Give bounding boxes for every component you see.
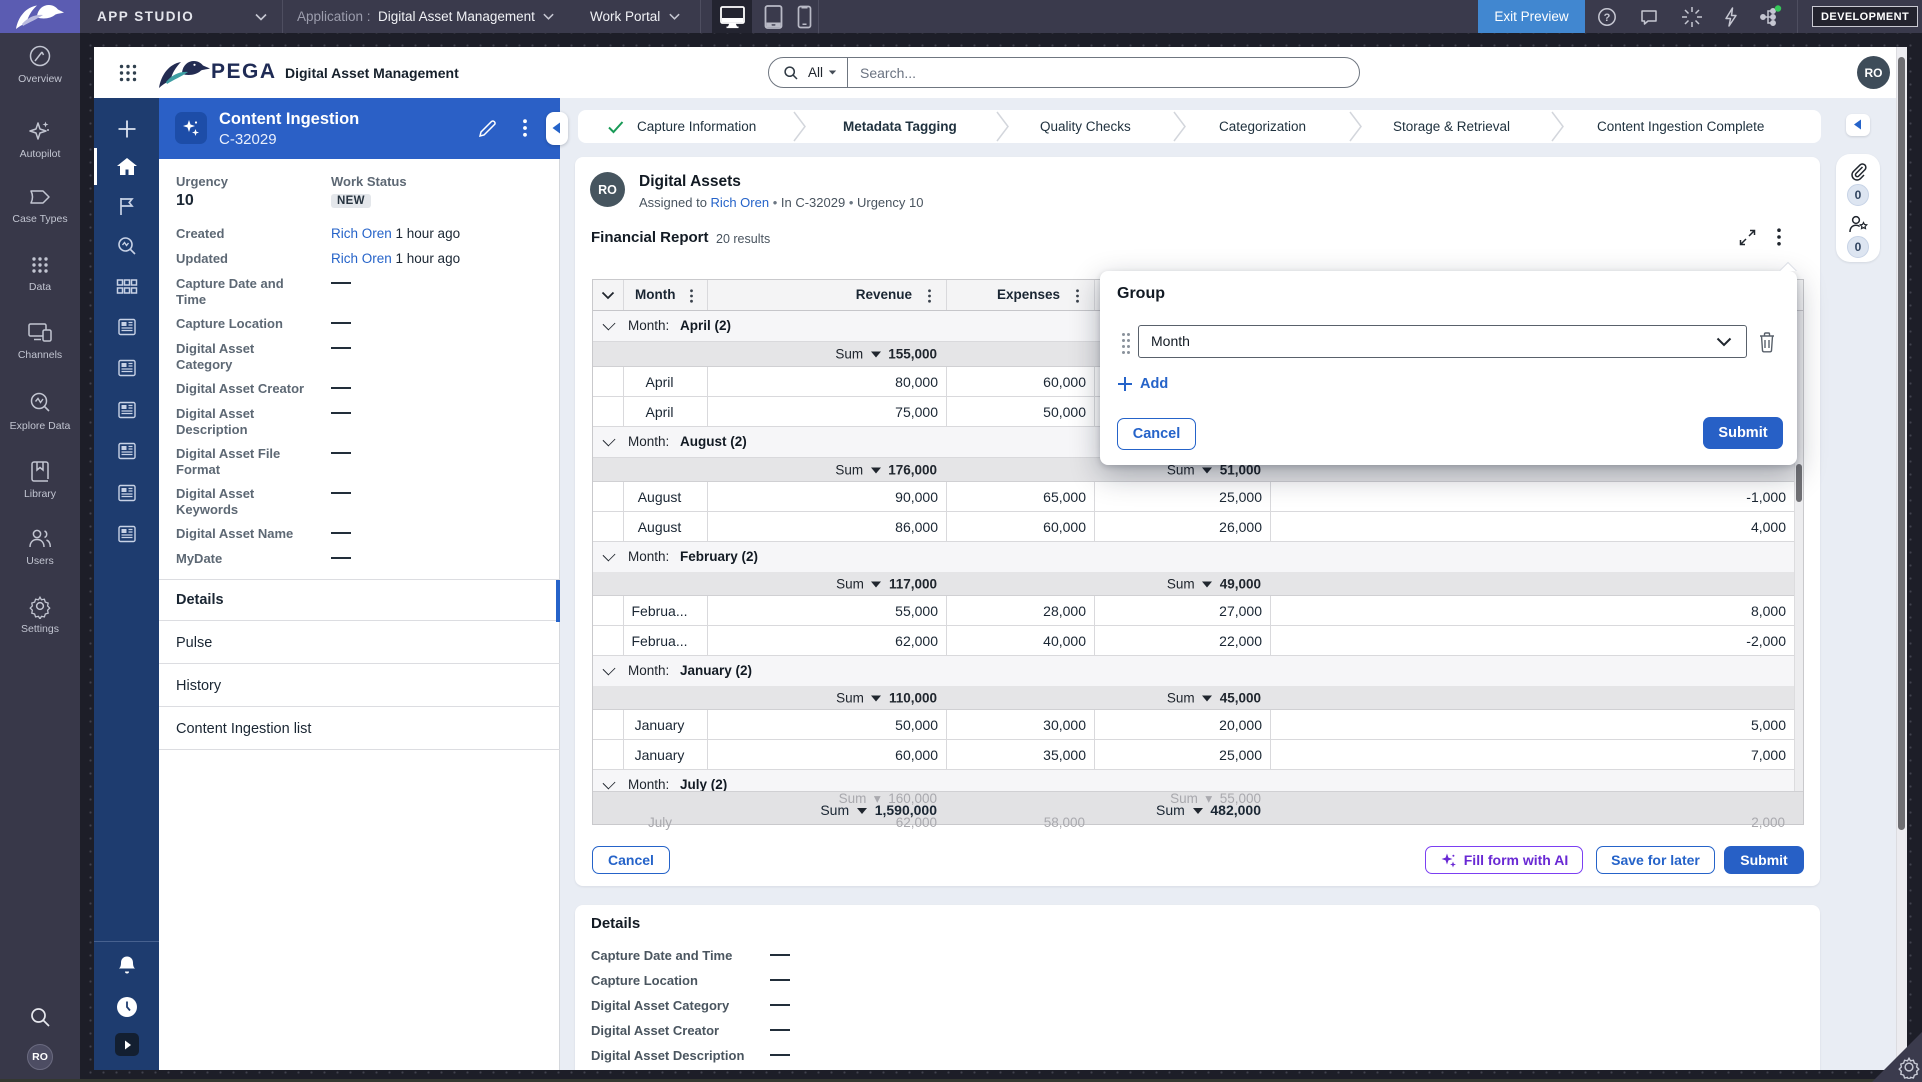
svg-text:?: ? bbox=[1604, 12, 1611, 24]
